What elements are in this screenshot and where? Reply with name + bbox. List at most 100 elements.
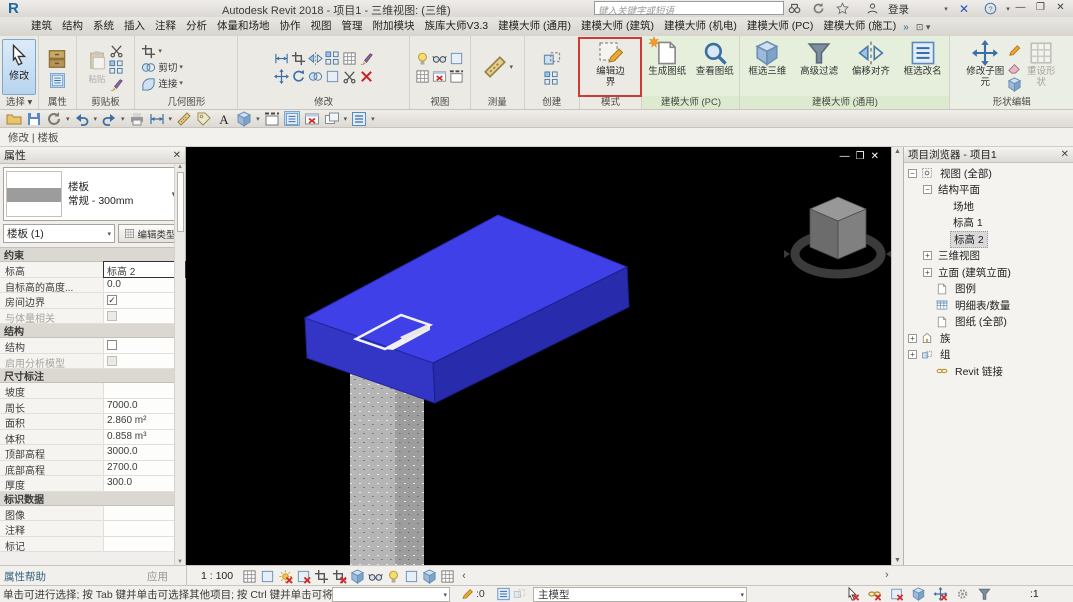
customize-icon[interactable] bbox=[351, 111, 367, 126]
tab-16[interactable]: 建模大师 (施工) bbox=[818, 16, 901, 36]
property-value[interactable]: 2.860 m² bbox=[104, 414, 185, 429]
text-icon[interactable] bbox=[216, 111, 232, 126]
tab-3[interactable]: 插入 bbox=[119, 16, 150, 36]
minimize-button[interactable]: — bbox=[1012, 1, 1029, 15]
view-tool-icon-1[interactable] bbox=[432, 51, 447, 66]
viewport-3d[interactable]: —❐✕ ▲▼ bbox=[186, 147, 903, 565]
modify-tool-icon-8[interactable] bbox=[308, 69, 323, 84]
modify-tool-icon-10[interactable] bbox=[342, 69, 357, 84]
property-row[interactable]: 房间边界 bbox=[0, 293, 185, 309]
modify-sub-elements-button[interactable]: 修改子图元 bbox=[965, 38, 1005, 96]
sync-icon[interactable] bbox=[46, 111, 62, 126]
property-value[interactable] bbox=[104, 338, 185, 353]
edit-type-button[interactable]: 编辑类型 bbox=[118, 224, 182, 243]
modify-tool-icon-11[interactable] bbox=[359, 69, 374, 84]
panel-view-label[interactable]: 视图 bbox=[410, 96, 470, 109]
view-tool-icon-2[interactable] bbox=[449, 51, 464, 66]
property-row[interactable]: 周长7000.0 bbox=[0, 399, 185, 415]
editing-requests-icon[interactable] bbox=[460, 587, 475, 601]
thin-lines-icon[interactable] bbox=[284, 111, 300, 126]
property-row[interactable]: 自标高的高度...0.0 bbox=[0, 278, 185, 294]
tree-item-label[interactable]: 结构平面 bbox=[935, 182, 983, 197]
redo-caret-icon[interactable]: ▾ bbox=[121, 115, 125, 123]
cut-to-clipboard-icon[interactable] bbox=[109, 43, 124, 58]
properties-close-icon[interactable]: ✕ bbox=[173, 150, 181, 161]
property-row[interactable]: 底部高程2700.0 bbox=[0, 461, 185, 477]
tab-9[interactable]: 管理 bbox=[337, 16, 368, 36]
modify-tool-icon-1[interactable] bbox=[291, 51, 306, 66]
dropdown-caret-icon[interactable]: ▾ bbox=[938, 1, 954, 16]
match-type-icon[interactable] bbox=[109, 77, 124, 92]
view-tool-icon-4[interactable] bbox=[432, 69, 447, 84]
tree-expander-icon[interactable]: + bbox=[923, 268, 932, 277]
select-links-off-icon[interactable] bbox=[845, 587, 860, 601]
selection-filter-combo[interactable]: 楼板 (1) ▾ bbox=[3, 224, 115, 243]
tree-item-label[interactable]: 标高 1 bbox=[950, 215, 986, 230]
properties-scrollbar[interactable]: ▲ ▼ bbox=[174, 164, 185, 565]
cope-icon[interactable] bbox=[141, 44, 156, 59]
measure-icon[interactable] bbox=[482, 54, 508, 80]
tag-icon[interactable] bbox=[196, 111, 212, 126]
tree-item[interactable]: +立面 (建筑立面) bbox=[904, 264, 1073, 281]
sun-path-off-icon[interactable] bbox=[278, 569, 293, 584]
create-similar-icon[interactable] bbox=[544, 71, 559, 86]
worksets-combo[interactable]: ▾ bbox=[332, 587, 450, 602]
tree-expander-icon[interactable]: + bbox=[908, 350, 917, 359]
undo-caret-icon[interactable]: ▾ bbox=[94, 115, 98, 123]
property-row[interactable]: 厚度300.0 bbox=[0, 476, 185, 492]
scale-control[interactable]: 1 : 100 bbox=[201, 570, 233, 582]
property-value[interactable]: 0.0 bbox=[104, 278, 185, 293]
copy-to-clipboard-icon[interactable] bbox=[109, 60, 124, 75]
tree-item[interactable]: +组 bbox=[904, 347, 1073, 364]
view-tool-icon-5[interactable] bbox=[449, 69, 464, 84]
switch-windows-caret-icon[interactable]: ▾ bbox=[344, 115, 348, 123]
tree-item-label[interactable]: 明细表/数量 bbox=[952, 298, 1013, 313]
switch-windows-icon[interactable] bbox=[324, 111, 340, 126]
tree-expander-icon[interactable]: + bbox=[923, 251, 932, 260]
panel-properties-label[interactable]: 属性 bbox=[39, 96, 75, 109]
property-row[interactable]: 图像 bbox=[0, 506, 185, 522]
design-option-combo[interactable]: 主模型 ▾ bbox=[533, 587, 747, 602]
tree-item[interactable]: +族 bbox=[904, 330, 1073, 347]
select-underlay-elements-off-icon[interactable] bbox=[867, 587, 882, 601]
property-group-header[interactable]: 标识数据^ bbox=[0, 492, 185, 506]
cut-geometry-label[interactable]: 剪切 bbox=[158, 60, 177, 74]
redo-icon[interactable] bbox=[101, 111, 117, 126]
panel-mode-label[interactable]: 模式 bbox=[580, 96, 642, 109]
modify-tool-icon-9[interactable] bbox=[325, 69, 340, 84]
tab-4[interactable]: 注释 bbox=[150, 16, 181, 36]
search-icon[interactable] bbox=[786, 1, 802, 16]
box-select-3d-button[interactable]: 框选三维 bbox=[742, 38, 792, 96]
modify-tool-icon-5[interactable] bbox=[359, 51, 374, 66]
box-rename-button[interactable]: 框选改名 bbox=[898, 38, 948, 96]
measure-dim-icon[interactable] bbox=[149, 111, 165, 126]
autodesk-app-icon[interactable]: ✕ bbox=[956, 1, 972, 16]
add-split-line-icon[interactable] bbox=[1007, 60, 1022, 75]
type-selector[interactable]: 楼板 常规 - 300mm ▼ bbox=[3, 167, 182, 221]
select-elements-by-face-icon[interactable] bbox=[911, 587, 926, 601]
panel-bim-general-label[interactable]: 建模大师 (通用) bbox=[740, 96, 949, 109]
property-row[interactable]: 坡度 bbox=[0, 383, 185, 399]
property-value[interactable]: 7000.0 bbox=[104, 399, 185, 414]
reveal-hidden-elements-icon[interactable] bbox=[386, 569, 401, 584]
tab-6[interactable]: 体量和场地 bbox=[212, 16, 275, 36]
property-value[interactable] bbox=[104, 506, 185, 521]
section-icon[interactable] bbox=[264, 111, 280, 126]
properties-toggle-icon[interactable] bbox=[50, 73, 65, 88]
measure-dim-caret-icon[interactable]: ▾ bbox=[169, 115, 173, 123]
property-group-header[interactable]: 尺寸标注^ bbox=[0, 369, 185, 383]
select-pinned-elements-off-icon[interactable] bbox=[889, 587, 904, 601]
panel-geometry-label[interactable]: 几何图形 bbox=[135, 96, 237, 109]
crop-view-icon[interactable] bbox=[314, 569, 329, 584]
property-value[interactable] bbox=[104, 309, 185, 324]
temporary-view-properties-icon[interactable] bbox=[404, 569, 419, 584]
drag-elements-on-selection-off-icon[interactable] bbox=[933, 587, 948, 601]
property-value[interactable]: 3000.0 bbox=[104, 445, 185, 460]
property-row[interactable]: 顶部高程3000.0 bbox=[0, 445, 185, 461]
tab-7[interactable]: 协作 bbox=[275, 16, 306, 36]
property-row[interactable]: 面积2.860 m² bbox=[0, 414, 185, 430]
tree-item-label[interactable]: 族 bbox=[937, 331, 954, 346]
tree-item-label[interactable]: Revit 链接 bbox=[952, 364, 1006, 379]
tree-expander-icon[interactable]: − bbox=[923, 185, 932, 194]
tree-item[interactable]: 图纸 (全部) bbox=[904, 314, 1073, 331]
